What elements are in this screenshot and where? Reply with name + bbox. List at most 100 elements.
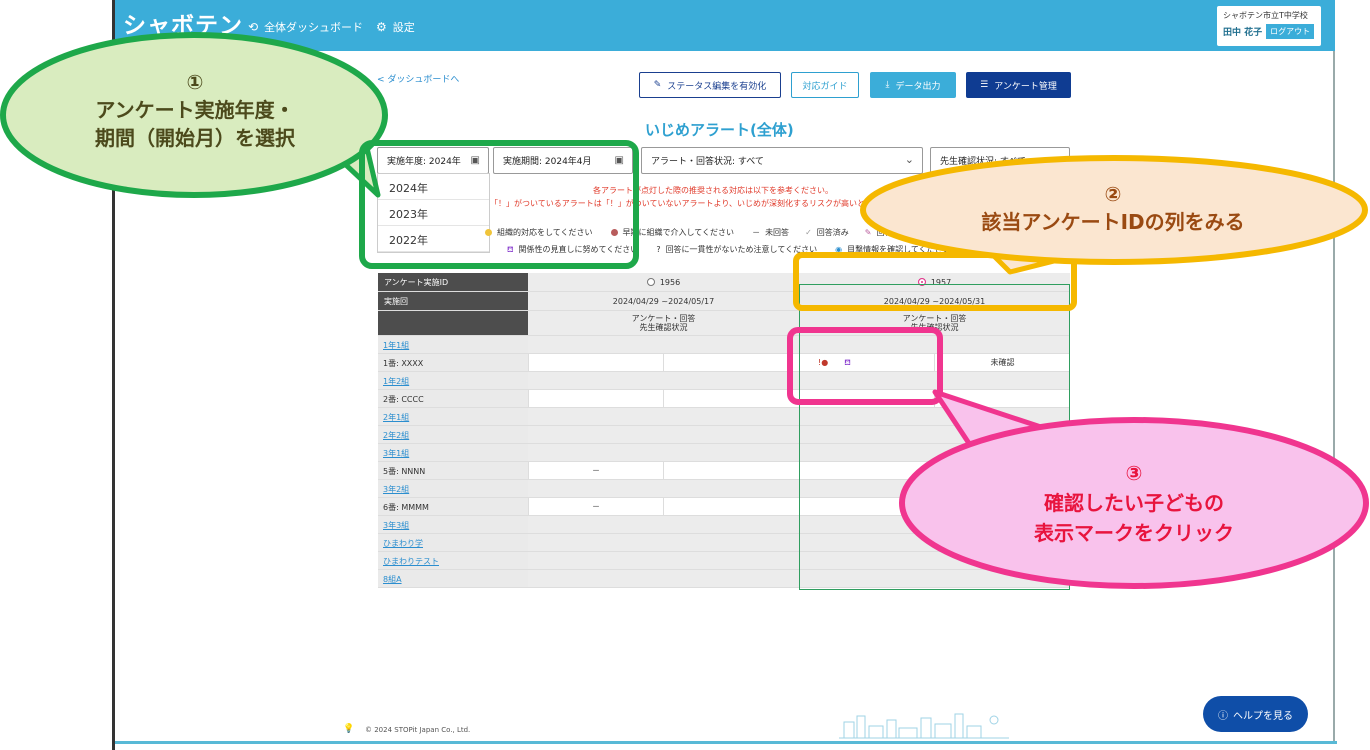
period-select-value: 実施期間: 2024年4月 [503,157,592,167]
alert-mark-icon[interactable]: !● [818,358,828,367]
cell-value: － [592,502,600,511]
table-row-round: 実施回 2024/04/29 ~2024/05/17 2024/04/29 ~2… [378,292,1070,311]
app-logo[interactable]: シャボテン [123,6,243,40]
user-name: 田中 花子 [1223,28,1263,38]
status-cell[interactable]: － [528,498,663,515]
class-link[interactable]: ひまわり学 [378,534,528,551]
status-cell[interactable] [663,462,799,479]
student-name: 1番: XXXX [378,354,528,371]
status-cell[interactable] [799,498,934,515]
survey-id: 1957 [930,277,952,287]
guide-button[interactable]: 対応ガイド [791,72,859,98]
status-cell[interactable] [663,498,799,515]
survey-id: 1956 [659,277,681,287]
sliders-icon: ☰ [980,80,989,90]
help-button[interactable]: ⓘ ヘルプを見る [1203,696,1308,732]
legend-label: 早期に組織で介入してください [622,228,735,237]
class-link[interactable]: 8組A [378,570,528,587]
screenshot: シャボテン ⟲ 全体ダッシュボード ⚙ 設定 シャボテン市立T中学校 田中 花子… [0,0,1370,750]
class-row-fill [528,372,1070,389]
callout3-number: ③ [1125,461,1143,485]
survey-1956-radio[interactable]: 1956 [528,273,799,291]
status-cell[interactable] [528,354,663,371]
class-row-fill [528,534,1070,551]
cell-value: 未確認 [990,358,1015,367]
logout-button[interactable]: ログアウト [1266,24,1315,39]
table-row: 5番: NNNN － [378,462,1070,480]
alert-status-select[interactable]: アラート・回答状況: すべて ⌄ [641,147,923,174]
class-link[interactable]: 1年2組 [378,372,528,389]
status-cell[interactable] [799,462,934,479]
class-link[interactable]: 2年1組 [378,408,528,425]
back-to-dashboard-link[interactable]: < ダッシュボードへ [377,72,459,85]
survey-manage-button[interactable]: ☰ アンケート管理 [966,72,1071,98]
class-link[interactable]: 3年1組 [378,444,528,461]
status-cell[interactable]: !● ⛾ [799,354,934,371]
table-row: 3年1組 [378,444,1070,462]
period-select[interactable]: 実施期間: 2024年4月 ▣ [493,147,633,174]
class-link[interactable]: 3年3組 [378,516,528,533]
class-row-fill [528,408,1070,425]
status-cell[interactable] [528,390,663,407]
mask-icon[interactable]: ⛾ [844,358,851,368]
year-option[interactable]: 2024年 [378,174,489,200]
teacher-status-select[interactable]: 先生確認状況: すべて [930,147,1070,174]
notice-line2: 「！」がついているアラートは「！」がついていないアラートより、いじめが深刻化する… [490,199,921,208]
question-circle-icon: ⓘ [1218,710,1228,722]
help-label: ヘルプを見る [1233,710,1293,722]
header-id-label: アンケート実施ID [378,273,528,291]
student-name: 6番: MMMM [378,498,528,515]
class-link[interactable]: ひまわりテスト [378,552,528,569]
status-cell[interactable] [663,354,799,371]
export-button[interactable]: ⤓ データ出力 [870,72,956,98]
legend-label: 回答 [876,228,893,237]
class-row-fill [528,516,1070,533]
refresh-icon: ⟲ [248,20,259,34]
header-round-label: 実施回 [378,292,528,310]
sub-label: アンケート・回答 [631,314,696,323]
status-cell[interactable]: 未確認 [934,354,1070,371]
cell-value: － [592,466,600,475]
status-cell[interactable] [663,390,799,407]
dash-icon: － [752,228,761,237]
class-link[interactable]: 3年2組 [378,480,528,497]
enable-status-edit-button[interactable]: ✎ ステータス編集を有効化 [639,72,781,98]
nav-settings[interactable]: ⚙ 設定 [376,19,415,35]
class-row-fill [528,570,1070,587]
table-row: 1年1組 [378,336,1070,354]
nav-dashboard[interactable]: ⟲ 全体ダッシュボード [248,19,363,35]
notice-line1: 各アラートが点灯した際の推奨される対応は以下を参考ください。 [593,186,833,195]
table-row: 1番: XXXX !● ⛾ 未確認 [378,354,1070,372]
export-label: データ出力 [895,81,941,92]
status-cell[interactable] [799,390,934,407]
legend-row2: ⛾ 関係性の見直しに努めてください ? 回答に一貫性がないため注意してください … [507,244,951,255]
legend-label: 回答済み [816,228,849,237]
calendar-icon: ▣ [470,155,480,166]
year-option[interactable]: 2022年 [378,226,489,252]
table-row: 3年2組 [378,480,1070,498]
table-row: 2年2組 [378,426,1070,444]
page-title: いじめアラート(全体) [645,121,794,139]
class-link[interactable]: 1年1組 [378,336,528,353]
legend-label: 関係性の見直しに努めてください [518,245,639,254]
callout1-number: ① [186,70,204,94]
check-icon: ✓ [805,228,812,237]
pencil-icon: ✎ [653,80,662,90]
class-row-fill [528,444,1070,461]
teacher-status-value: 先生確認状況: すべて [940,157,1026,167]
year-select[interactable]: 実施年度: 2024年 ▣ [377,147,489,174]
callout1-line1: アンケート実施年度・ [95,98,295,122]
top-header: シャボテン ⟲ 全体ダッシュボード ⚙ 設定 シャボテン市立T中学校 田中 花子… [115,0,1335,51]
table-row-sub: アンケート・回答 先生確認状況 アンケート・回答 先生確認状況 [378,311,1070,336]
class-row-fill [528,336,1070,353]
callout2-text: ② 該当アンケートIDの列をみる [928,180,1298,236]
status-cell[interactable] [934,390,1070,407]
status-cell[interactable]: － [528,462,663,479]
survey-1957-radio[interactable]: 1957 [799,273,1070,291]
table-row: 6番: MMMM － [378,498,1070,516]
year-select-value: 実施年度: 2024年 [387,157,461,167]
survey-subheader: アンケート・回答 先生確認状況 [528,311,799,335]
class-link[interactable]: 2年2組 [378,426,528,443]
enable-status-edit-label: ステータス編集を有効化 [667,81,767,92]
year-option[interactable]: 2023年 [378,200,489,226]
